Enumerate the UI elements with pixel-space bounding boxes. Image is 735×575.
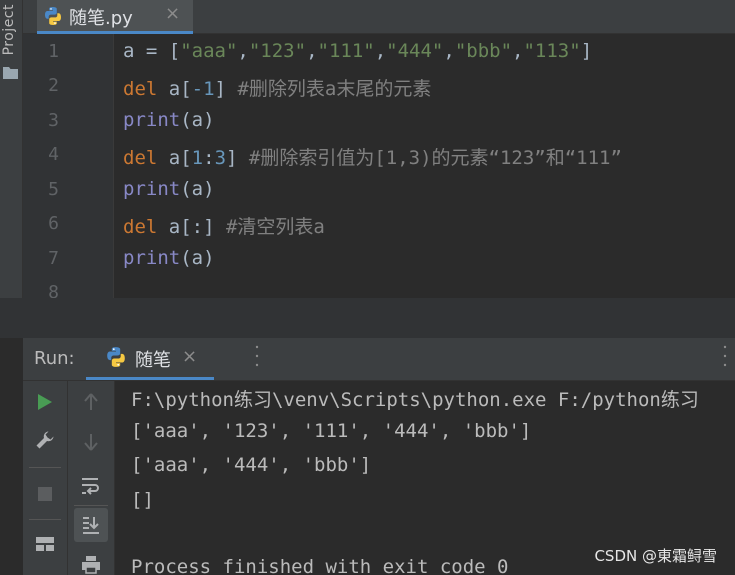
- line-number: 2: [48, 75, 59, 96]
- run-toolbar-primary: [23, 381, 68, 575]
- toolbar-separator: [29, 519, 61, 520]
- code-token-bi: print: [123, 247, 181, 269]
- code-token-kw: del: [123, 216, 158, 238]
- code-token-cmt: #删除索引值为[1,3)的元素“123”和“111”: [248, 147, 622, 169]
- code-token-str: "444": [386, 40, 444, 62]
- panel-splitter[interactable]: [0, 298, 735, 338]
- close-tab-icon[interactable]: ×: [165, 3, 180, 24]
- code-token-str: "aaa": [180, 40, 238, 62]
- editor-tab-bar: 随笔.py ×: [23, 0, 735, 34]
- code-token-bi: print: [123, 178, 181, 200]
- code-token-plain: a[:]: [157, 216, 226, 238]
- python-run-icon: [107, 347, 125, 367]
- code-token-plain: ]: [580, 40, 593, 62]
- options-menu-icon[interactable]: [255, 344, 259, 368]
- code-token-cmt: #清空列表a: [225, 216, 325, 238]
- console-exit-line: Process finished with exit code 0: [131, 556, 509, 575]
- code-token-plain: ,: [237, 40, 249, 62]
- console-output-line: []: [131, 489, 154, 511]
- folder-icon[interactable]: [3, 66, 18, 79]
- code-token-str: "113": [523, 40, 581, 62]
- run-tab-title: 随笔: [135, 350, 171, 371]
- stop-icon: [38, 487, 52, 501]
- layout-icon: [36, 537, 54, 551]
- code-line: del a[:] #清空列表a: [123, 212, 325, 239]
- up-arrow-icon: [84, 393, 98, 410]
- console-output-line: ['aaa', '123', '111', '444', 'bbb']: [131, 420, 532, 442]
- edit-configuration-button[interactable]: [28, 423, 62, 457]
- line-number: 6: [48, 213, 59, 234]
- close-run-tab-icon[interactable]: ×: [182, 346, 197, 367]
- watermark: CSDN @東霜鲟雪: [594, 547, 717, 565]
- line-number: 7: [48, 248, 59, 269]
- restore-layout-button[interactable]: [28, 527, 62, 561]
- code-token-plain: ]: [214, 78, 238, 100]
- code-token-plain: a = [: [123, 40, 181, 62]
- code-token-plain: (a): [180, 109, 215, 131]
- code-line: del a[1:3] #删除索引值为[1,3)的元素“123”和“111”: [123, 143, 622, 170]
- code-token-plain: ,: [306, 40, 318, 62]
- code-token-cmt: #删除列表a末尾的元素: [237, 78, 432, 100]
- python-file-icon: [45, 7, 61, 25]
- line-number: 8: [48, 282, 59, 298]
- run-toolbar-secondary: [68, 381, 115, 575]
- code-token-plain: ,: [443, 40, 455, 62]
- line-number: 3: [48, 110, 59, 131]
- code-token-kw: del: [123, 78, 158, 100]
- toolbar-separator: [29, 467, 61, 468]
- line-number: 5: [48, 179, 59, 200]
- code-token-str: "111": [317, 40, 375, 62]
- code-line: print(a): [123, 178, 215, 200]
- run-config-tab[interactable]: 随笔 ×: [86, 338, 214, 380]
- code-token-plain: ,: [512, 40, 524, 62]
- line-number: 4: [48, 144, 59, 165]
- editor-tab-title: 随笔.py: [69, 8, 133, 29]
- editor-tab[interactable]: 随笔.py ×: [37, 0, 193, 34]
- scroll-to-end-icon: [83, 517, 99, 534]
- stop-button[interactable]: [28, 477, 62, 511]
- code-token-num: 1: [191, 147, 204, 169]
- soft-wrap-icon: [82, 478, 99, 495]
- panel-options-icon[interactable]: [723, 344, 727, 368]
- line-number-gutter: 1 2 3 4 5 6 7 8: [23, 34, 114, 298]
- console-output-line: ['aaa', '444', 'bbb']: [131, 454, 372, 476]
- code-token-plain: ,: [374, 40, 387, 62]
- code-token-num: -1: [191, 78, 215, 100]
- ide-window: Project 随笔.py × 1 2 3 4 5 6 7 8 a = ["aa…: [0, 0, 735, 575]
- code-line: print(a): [123, 247, 215, 269]
- console-command-line: F:\python练习\venv\Scripts\python.exe F:/p…: [131, 389, 699, 411]
- print-button[interactable]: [74, 547, 108, 575]
- code-line: del a[-1] #删除列表a末尾的元素: [123, 74, 431, 101]
- code-token-kw: del: [123, 147, 158, 169]
- line-number: 1: [48, 41, 59, 62]
- code-token-plain: (a): [180, 178, 215, 200]
- previous-occurrence-button[interactable]: [74, 385, 108, 419]
- tool-window-strip: Project: [0, 0, 23, 338]
- code-token-str: "bbb": [454, 40, 513, 62]
- code-token-bi: print: [123, 109, 181, 131]
- next-occurrence-button[interactable]: [74, 425, 108, 459]
- soft-wrap-button[interactable]: [74, 469, 108, 503]
- scroll-to-end-button[interactable]: [74, 508, 108, 542]
- print-icon: [82, 556, 100, 574]
- run-panel-label: Run:: [34, 348, 75, 369]
- project-tool-button[interactable]: Project: [1, 4, 21, 55]
- run-icon: [38, 394, 52, 410]
- wrench-icon: [36, 431, 54, 449]
- run-panel-header: Run: 随笔 ×: [23, 338, 735, 381]
- code-token-plain: ]: [226, 147, 249, 169]
- down-arrow-icon: [84, 434, 98, 451]
- toolbar-separator: [74, 505, 108, 506]
- rerun-button[interactable]: [28, 385, 62, 419]
- code-line: a = ["aaa","123","111","444","bbb","113"…: [123, 40, 592, 62]
- code-token-str: "123": [248, 40, 307, 62]
- code-token-num: 3: [214, 147, 227, 169]
- code-token-plain: :: [203, 147, 215, 169]
- code-token-plain: a[: [157, 78, 192, 100]
- code-token-plain: a[: [157, 147, 192, 169]
- code-editor[interactable]: 1 2 3 4 5 6 7 8 a = ["aaa","123","111","…: [23, 34, 735, 298]
- code-token-plain: (a): [180, 247, 215, 269]
- code-line: print(a): [123, 109, 215, 131]
